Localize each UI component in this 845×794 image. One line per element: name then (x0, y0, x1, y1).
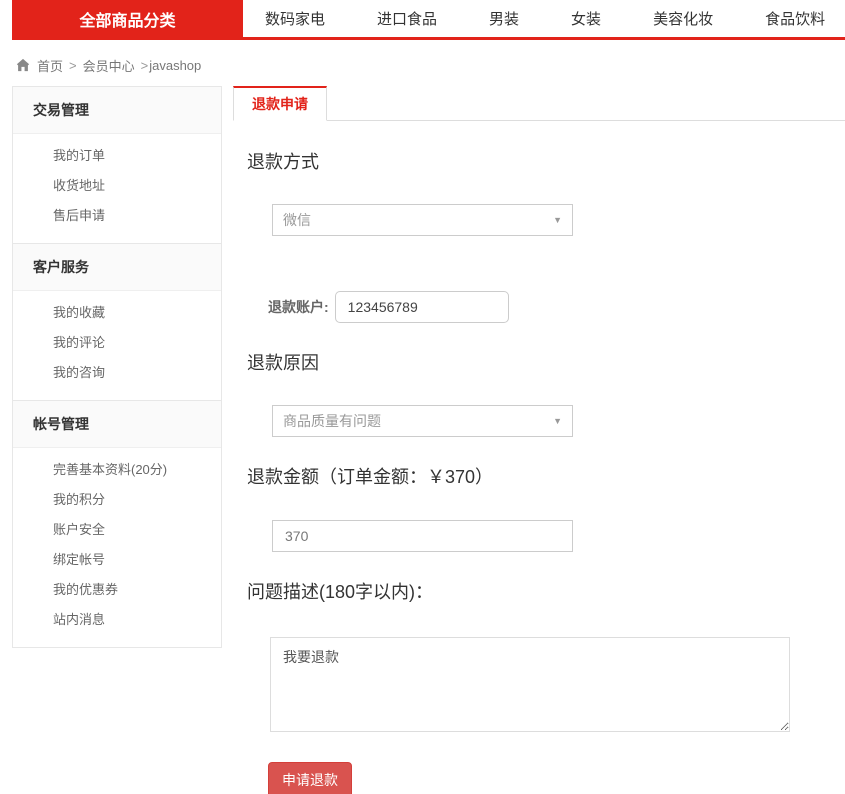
refund-account-row: 退款账户: (268, 291, 845, 323)
submit-refund-button[interactable]: 申请退款 (268, 762, 352, 794)
top-nav: 全部商品分类 数码家电 进口食品 男装 女装 美容化妆 食品饮料 (12, 0, 845, 40)
chevron-down-icon: ▼ (553, 215, 562, 225)
sidebar-header-customer-service: 客户服务 (13, 244, 221, 291)
chevron-down-icon: ▼ (553, 416, 562, 426)
sidebar-header-account-management: 帐号管理 (13, 401, 221, 448)
sidebar-section-account: 帐号管理 完善基本资料(20分) 我的积分 账户安全 绑定帐号 我的优惠券 站内… (13, 400, 221, 647)
main-nav: 数码家电 进口食品 男装 女装 美容化妆 食品饮料 (243, 0, 825, 37)
sidebar-item-complete-profile[interactable]: 完善基本资料(20分) (13, 455, 221, 485)
sidebar-section-trade: 交易管理 我的订单 收货地址 售后申请 (13, 87, 221, 243)
sidebar-item-shipping-address[interactable]: 收货地址 (13, 171, 221, 201)
sidebar-item-my-consultations[interactable]: 我的咨询 (13, 358, 221, 388)
all-categories-button[interactable]: 全部商品分类 (12, 0, 243, 37)
refund-method-heading: 退款方式 (247, 152, 319, 172)
nav-item-digital-appliances[interactable]: 数码家电 (265, 8, 325, 29)
breadcrumb-separator: > (69, 57, 77, 73)
refund-method-select[interactable]: 微信 ▼ (272, 204, 573, 236)
problem-description-heading: 问题描述(180字以内)： (247, 582, 434, 602)
breadcrumb-member-center[interactable]: 会员中心 (83, 56, 135, 75)
sidebar-item-my-favorites[interactable]: 我的收藏 (13, 298, 221, 328)
breadcrumb-separator: > (140, 57, 149, 73)
breadcrumb-home[interactable]: 首页 (37, 56, 63, 75)
tab-refund-application[interactable]: 退款申请 (233, 86, 327, 121)
nav-item-food-drinks[interactable]: 食品饮料 (765, 8, 825, 29)
refund-form: 退款方式 微信 ▼ 退款账户: 退款原因 商品质量有问题 ▼ 退款金额（订单金额… (233, 150, 845, 794)
refund-reason-value: 商品质量有问题 (283, 413, 381, 429)
nav-item-womenswear[interactable]: 女装 (571, 8, 601, 29)
tab-bar: 退款申请 (233, 86, 845, 121)
nav-item-imported-food[interactable]: 进口食品 (377, 8, 437, 29)
sidebar-item-bind-account[interactable]: 绑定帐号 (13, 545, 221, 575)
sidebar-header-trade-management: 交易管理 (13, 87, 221, 134)
sidebar-item-my-comments[interactable]: 我的评论 (13, 328, 221, 358)
submit-row: 申请退款 (268, 762, 845, 794)
refund-method-value: 微信 (283, 212, 311, 228)
refund-reason-select[interactable]: 商品质量有问题 ▼ (272, 405, 573, 437)
refund-reason-heading: 退款原因 (247, 353, 319, 373)
breadcrumb-javashop[interactable]: javashop (149, 58, 201, 73)
home-icon (16, 58, 30, 72)
sidebar-item-my-points[interactable]: 我的积分 (13, 485, 221, 515)
refund-account-input[interactable] (334, 291, 509, 323)
problem-description-textarea[interactable]: 我要退款 (270, 637, 790, 732)
refund-amount-heading: 退款金额（订单金额：￥370） (247, 467, 494, 487)
breadcrumb: 首页 > 会员中心 > javashop (16, 56, 845, 74)
sidebar-list: 我的订单 收货地址 售后申请 (13, 134, 221, 243)
sidebar-list: 完善基本资料(20分) 我的积分 账户安全 绑定帐号 我的优惠券 站内消息 (13, 448, 221, 647)
sidebar-item-account-security[interactable]: 账户安全 (13, 515, 221, 545)
refund-amount-input[interactable] (272, 520, 573, 552)
sidebar-item-aftersales-apply[interactable]: 售后申请 (13, 201, 221, 231)
sidebar: 交易管理 我的订单 收货地址 售后申请 客户服务 我的收藏 我的评论 我的咨询 … (12, 86, 222, 648)
nav-item-menswear[interactable]: 男装 (489, 8, 519, 29)
sidebar-item-site-messages[interactable]: 站内消息 (13, 605, 221, 635)
page: 全部商品分类 数码家电 进口食品 男装 女装 美容化妆 食品饮料 首页 > 会员… (0, 0, 845, 794)
sidebar-item-my-coupons[interactable]: 我的优惠券 (13, 575, 221, 605)
main-panel: 退款申请 退款方式 微信 ▼ 退款账户: 退款原因 商品质量有问题 ▼ 退款金额… (233, 86, 845, 794)
content-area: 交易管理 我的订单 收货地址 售后申请 客户服务 我的收藏 我的评论 我的咨询 … (12, 86, 845, 794)
sidebar-item-my-orders[interactable]: 我的订单 (13, 141, 221, 171)
nav-item-beauty-makeup[interactable]: 美容化妆 (653, 8, 713, 29)
sidebar-list: 我的收藏 我的评论 我的咨询 (13, 291, 221, 400)
sidebar-section-customer-service: 客户服务 我的收藏 我的评论 我的咨询 (13, 243, 221, 400)
refund-account-label: 退款账户: (268, 299, 329, 315)
